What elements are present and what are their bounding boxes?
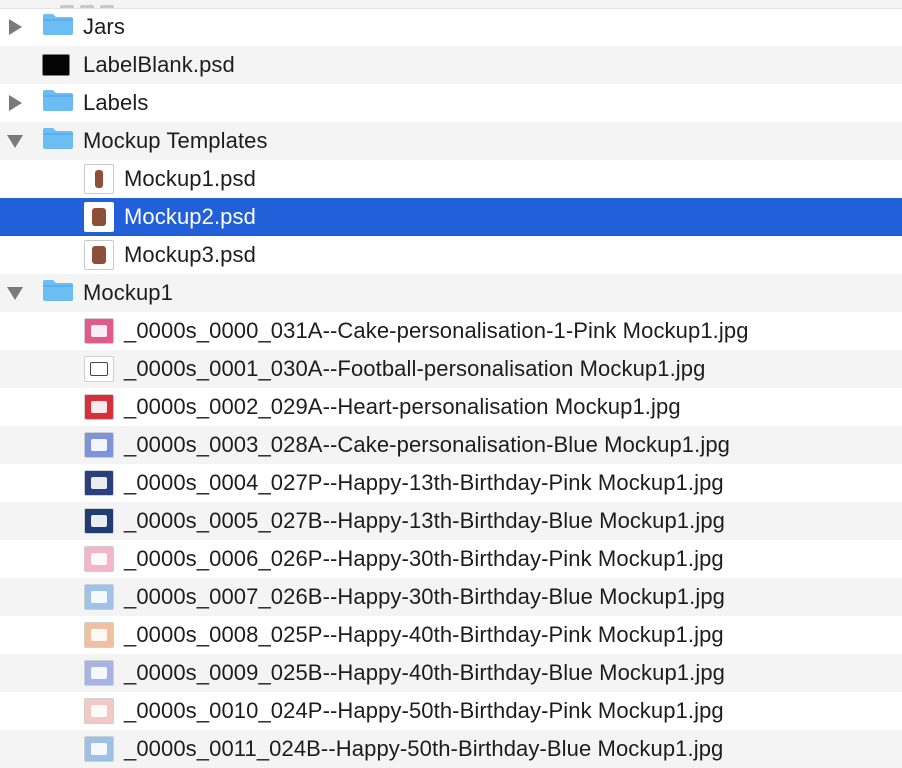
jpg-thumbnail-icon xyxy=(84,660,114,686)
file-row-mockup3-psd[interactable]: Mockup3.psd xyxy=(0,236,902,274)
psd-thumbnail-icon xyxy=(84,202,114,232)
file-name: _0000s_0008_025P--Happy-40th-Birthday-Pi… xyxy=(124,622,724,647)
jpg-thumbnail-icon xyxy=(84,584,114,610)
psd-file-icon xyxy=(42,54,70,76)
jpg-thumbnail-icon xyxy=(84,470,114,496)
file-row-jpg[interactable]: _0000s_0007_026B--Happy-30th-Birthday-Bl… xyxy=(0,578,902,616)
disclosure-triangle-down-icon[interactable] xyxy=(6,132,24,150)
folder-icon xyxy=(42,126,74,156)
jpg-thumbnail-icon xyxy=(84,698,114,724)
folder-icon xyxy=(42,88,74,118)
file-row-jpg[interactable]: _0000s_0004_027P--Happy-13th-Birthday-Pi… xyxy=(0,464,902,502)
file-row-jpg[interactable]: _0000s_0008_025P--Happy-40th-Birthday-Pi… xyxy=(0,616,902,654)
folder-row-mockup-templates[interactable]: Mockup Templates xyxy=(0,122,902,160)
jpg-thumbnail-icon xyxy=(84,356,114,382)
folder-row-mockup1[interactable]: Mockup1 xyxy=(0,274,902,312)
file-row-jpg[interactable]: _0000s_0002_029A--Heart-personalisation … xyxy=(0,388,902,426)
file-name: Mockup2.psd xyxy=(124,204,256,229)
psd-thumbnail-icon xyxy=(84,164,114,194)
file-name: Labels xyxy=(83,90,149,115)
file-name: Jars xyxy=(83,14,125,39)
folder-icon xyxy=(42,12,74,42)
file-row-jpg[interactable]: _0000s_0001_030A--Football-personalisati… xyxy=(0,350,902,388)
file-row-jpg[interactable]: _0000s_0009_025B--Happy-40th-Birthday-Bl… xyxy=(0,654,902,692)
file-row-jpg[interactable]: _0000s_0003_028A--Cake-personalisation-B… xyxy=(0,426,902,464)
jpg-thumbnail-icon xyxy=(84,432,114,458)
disclosure-triangle-down-icon[interactable] xyxy=(6,284,24,302)
file-row-jpg[interactable]: _0000s_0006_026P--Happy-30th-Birthday-Pi… xyxy=(0,540,902,578)
file-name: _0000s_0004_027P--Happy-13th-Birthday-Pi… xyxy=(124,470,724,495)
disclosure-triangle-right-icon[interactable] xyxy=(6,18,24,36)
file-name: _0000s_0007_026B--Happy-30th-Birthday-Bl… xyxy=(124,584,726,609)
file-name: _0000s_0000_031A--Cake-personalisation-1… xyxy=(124,318,749,343)
file-row-labelblank[interactable]: LabelBlank.psd xyxy=(0,46,902,84)
jpg-thumbnail-icon xyxy=(84,508,114,534)
file-name: Mockup1.psd xyxy=(124,166,256,191)
file-name: Mockup Templates xyxy=(83,128,268,153)
jpg-thumbnail-icon xyxy=(84,546,114,572)
file-name: _0000s_0010_024P--Happy-50th-Birthday-Pi… xyxy=(124,698,724,723)
file-name: Mockup1 xyxy=(83,280,173,305)
file-row-mockup2-psd[interactable]: Mockup2.psd xyxy=(0,198,902,236)
file-row-jpg[interactable]: _0000s_0010_024P--Happy-50th-Birthday-Pi… xyxy=(0,692,902,730)
disclosure-triangle-right-icon[interactable] xyxy=(6,94,24,112)
jpg-thumbnail-icon xyxy=(84,394,114,420)
psd-thumbnail-icon xyxy=(84,240,114,270)
folder-row-jars[interactable]: Jars xyxy=(0,8,902,46)
jpg-thumbnail-icon xyxy=(84,622,114,648)
file-name: _0000s_0011_024B--Happy-50th-Birthday-Bl… xyxy=(124,736,724,761)
file-name: _0000s_0009_025B--Happy-40th-Birthday-Bl… xyxy=(124,660,726,685)
file-name: Mockup3.psd xyxy=(124,242,256,267)
file-name: LabelBlank.psd xyxy=(83,52,235,77)
file-name: _0000s_0005_027B--Happy-13th-Birthday-Bl… xyxy=(124,508,726,533)
file-row-jpg[interactable]: _0000s_0011_024B--Happy-50th-Birthday-Bl… xyxy=(0,730,902,768)
file-name: _0000s_0006_026P--Happy-30th-Birthday-Pi… xyxy=(124,546,724,571)
folder-row-labels[interactable]: Labels xyxy=(0,84,902,122)
folder-icon xyxy=(42,278,74,308)
file-list: Jars LabelBlank.psd Labels Mockup Templa… xyxy=(0,8,902,768)
file-name: _0000s_0002_029A--Heart-personalisation … xyxy=(124,394,681,419)
file-name: _0000s_0001_030A--Football-personalisati… xyxy=(124,356,706,381)
file-row-jpg[interactable]: _0000s_0000_031A--Cake-personalisation-1… xyxy=(0,312,902,350)
jpg-thumbnail-icon xyxy=(84,318,114,344)
file-name: _0000s_0003_028A--Cake-personalisation-B… xyxy=(124,432,730,457)
file-row-mockup1-psd[interactable]: Mockup1.psd xyxy=(0,160,902,198)
file-row-jpg[interactable]: _0000s_0005_027B--Happy-13th-Birthday-Bl… xyxy=(0,502,902,540)
jpg-thumbnail-icon xyxy=(84,736,114,762)
